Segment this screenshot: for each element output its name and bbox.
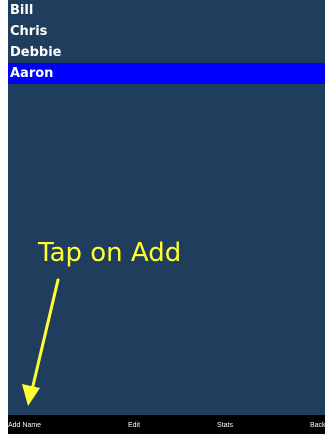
name-list-item[interactable]: Chris <box>8 21 325 42</box>
tutorial-hint-text: Tap on Add <box>38 238 182 268</box>
name-list-item-selected[interactable]: Aaron <box>8 63 325 84</box>
app-screen: Bill Chris Debbie Aaron <box>8 0 325 434</box>
back-button[interactable]: Back <box>310 415 325 434</box>
name-list-item[interactable]: Bill <box>8 0 325 21</box>
edit-button[interactable]: Edit <box>128 415 140 434</box>
add-name-button[interactable]: Add Name <box>8 415 41 434</box>
name-list-item[interactable]: Debbie <box>8 42 325 63</box>
bottom-toolbar: Add Name Edit Stats Back <box>8 415 325 434</box>
stats-button[interactable]: Stats <box>217 415 233 434</box>
name-list: Bill Chris Debbie Aaron <box>8 0 325 84</box>
